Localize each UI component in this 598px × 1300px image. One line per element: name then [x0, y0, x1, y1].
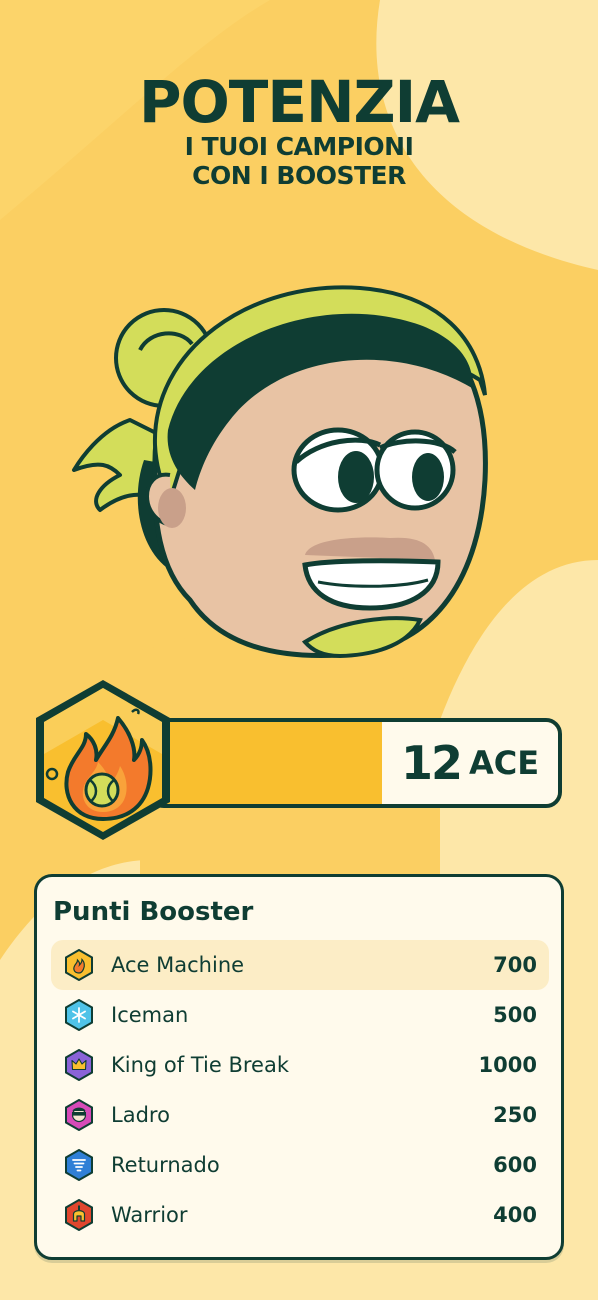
booster-points: 250	[493, 1103, 537, 1127]
booster-points: 1000	[478, 1053, 537, 1077]
hero-title: POTENZIA I TUOI CAMPIONI CON I BOOSTER	[0, 72, 598, 190]
fire-icon	[65, 949, 93, 981]
champion-avatar-illustration	[72, 285, 488, 659]
booster-points: 400	[493, 1203, 537, 1227]
booster-list: Ace Machine 700 Iceman 500 King of Tie B…	[51, 940, 549, 1240]
ace-counter-value-box: 12 ACE	[382, 722, 558, 804]
page-subtitle-line-2: CON I BOOSTER	[192, 161, 406, 190]
booster-name: Ladro	[111, 1103, 170, 1127]
list-item[interactable]: Ladro 250	[51, 1090, 549, 1140]
ace-count: 12	[400, 736, 463, 790]
ace-counter-bar: 12 ACE	[148, 718, 562, 808]
booster-points: 700	[493, 953, 537, 977]
panel-title: Punti Booster	[53, 897, 254, 927]
booster-name: King of Tie Break	[111, 1053, 289, 1077]
booster-points-panel: Punti Booster Ace Machine 700 Iceman 500	[34, 874, 564, 1260]
list-item[interactable]: Warrior 400	[51, 1190, 549, 1240]
tornado-icon	[65, 1149, 93, 1181]
booster-name: Ace Machine	[111, 953, 245, 977]
list-item[interactable]: King of Tie Break 1000	[51, 1040, 549, 1090]
list-item[interactable]: Ace Machine 700	[51, 940, 549, 990]
list-item[interactable]: Returnado 600	[51, 1140, 549, 1190]
booster-points: 500	[493, 1003, 537, 1027]
helmet-icon	[65, 1199, 93, 1231]
booster-points: 600	[493, 1153, 537, 1177]
fire-tennis-ball-icon	[36, 680, 170, 840]
booster-name: Iceman	[111, 1003, 189, 1027]
snowflake-icon	[65, 999, 93, 1031]
booster-name: Returnado	[111, 1153, 220, 1177]
booster-name: Warrior	[111, 1203, 188, 1227]
ace-unit-label: ACE	[468, 744, 540, 782]
crown-icon	[65, 1049, 93, 1081]
page-title: POTENZIA	[138, 68, 460, 136]
list-item[interactable]: Iceman 500	[51, 990, 549, 1040]
page-subtitle-line-1: I TUOI CAMPIONI	[184, 132, 414, 161]
mask-icon	[65, 1099, 93, 1131]
